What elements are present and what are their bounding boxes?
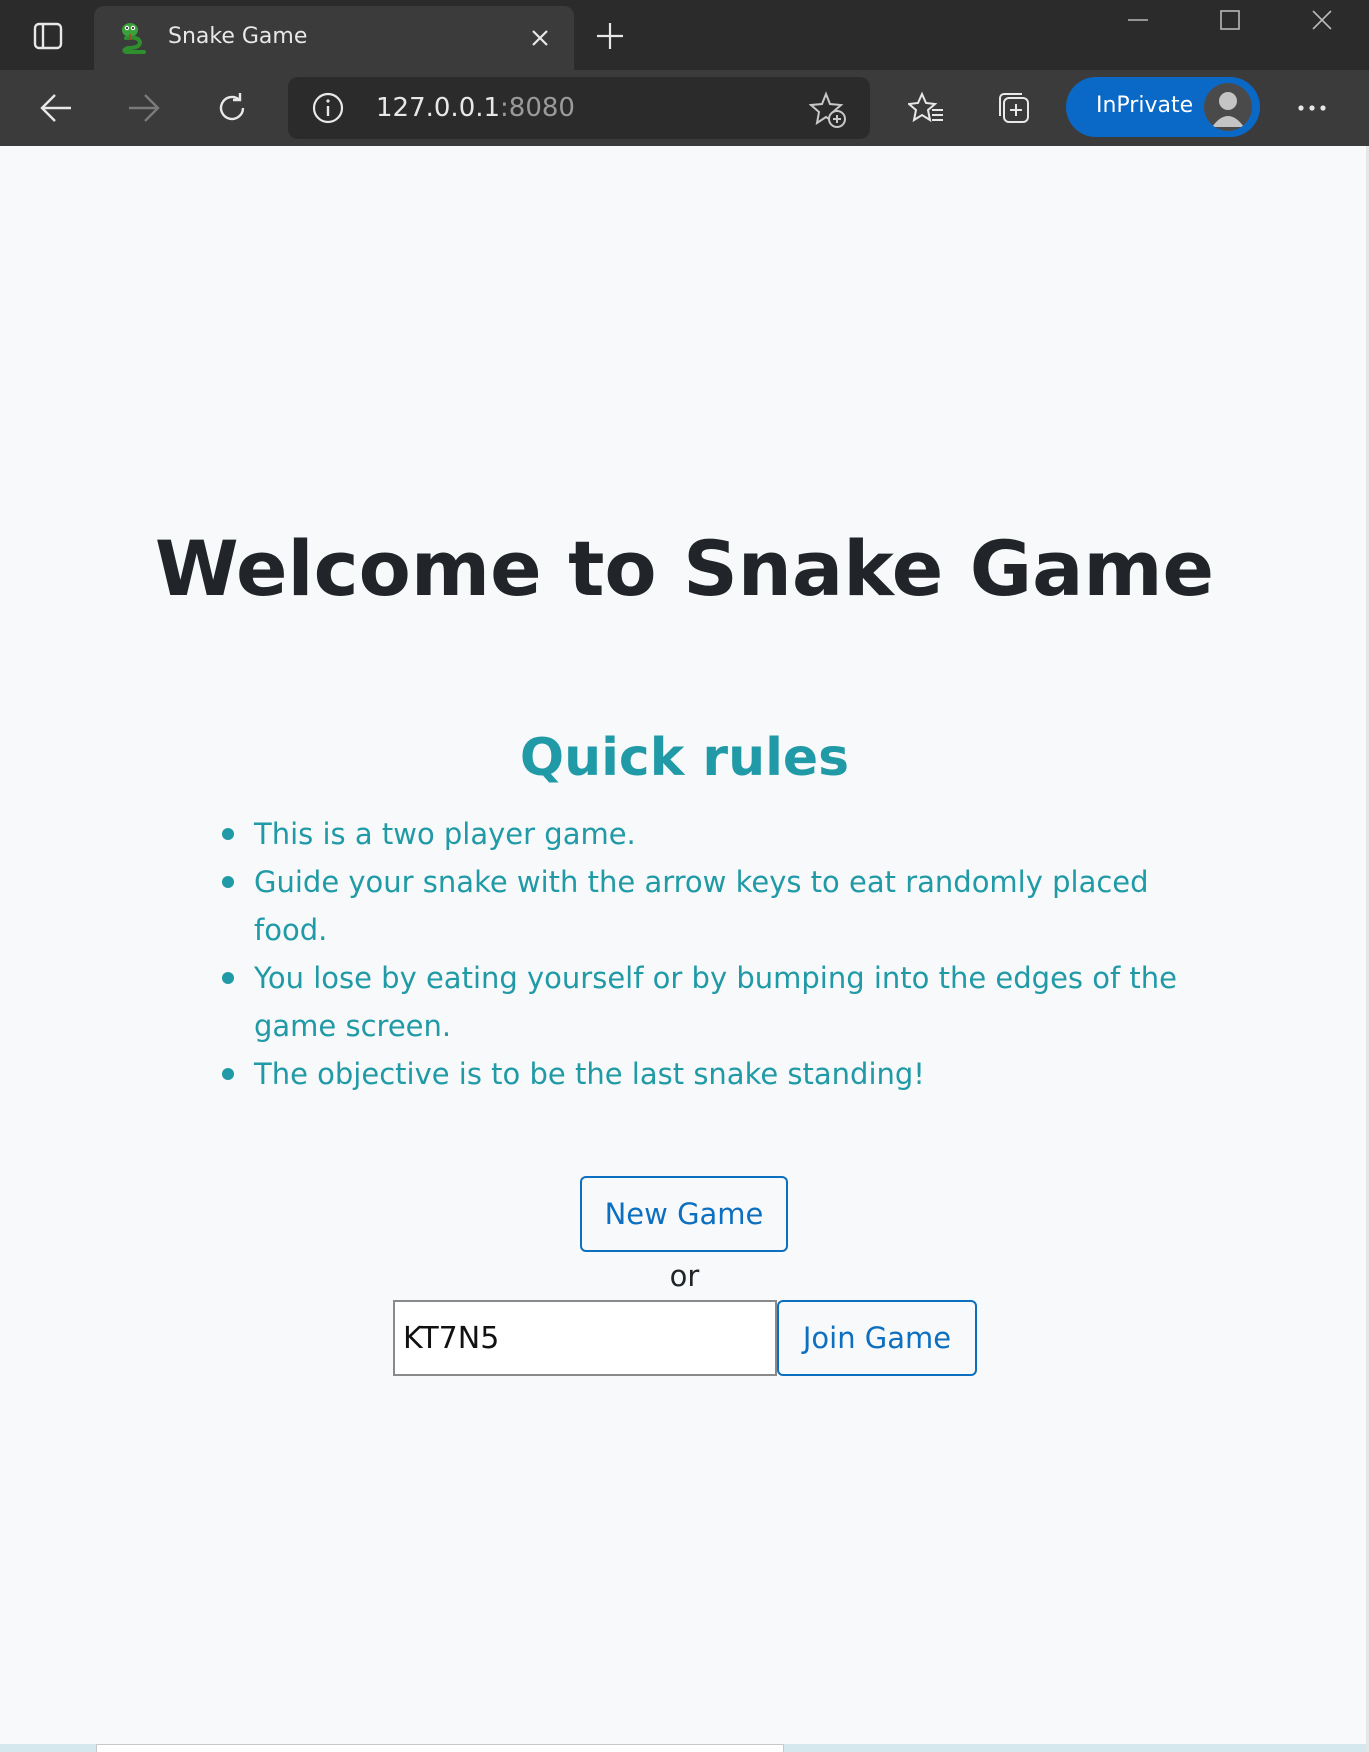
more-icon [1298,105,1326,111]
list-item: Guide your snake with the arrow keys to … [222,858,1182,954]
rules-list: This is a two player game. Guide your sn… [222,810,1182,1098]
avatar [1204,83,1252,131]
new-game-button[interactable]: New Game [580,1176,788,1252]
url-host: 127.0.0.1 [376,93,501,123]
join-game-button[interactable]: Join Game [777,1300,977,1376]
add-favorite-button[interactable] [808,90,848,130]
tab-actions-button[interactable] [22,12,74,60]
url-text: 127.0.0.1:8080 [376,91,575,125]
close-icon [532,30,548,46]
collections-button[interactable] [990,84,1038,132]
forward-button[interactable] [120,84,168,132]
address-bar[interactable]: 127.0.0.1:8080 [288,77,870,139]
bullet [222,1068,234,1080]
minimize-icon [1128,19,1148,21]
rule-text: This is a two player game. [254,817,636,851]
tab-strip: Snake Game [0,0,1369,70]
page-title: Welcome to Snake Game [154,524,1215,613]
rule-text: The objective is to be the last snake st… [254,1057,925,1091]
site-info-button[interactable] [312,92,344,124]
maximize-icon [1220,10,1240,30]
tab-snake-game[interactable]: Snake Game [94,6,574,70]
rule-text: You lose by eating yourself or by bumpin… [254,961,1178,1043]
maximize-button[interactable] [1200,0,1260,40]
list-item: The objective is to be the last snake st… [222,1050,1182,1098]
plus-icon [597,23,623,49]
info-icon [312,92,344,124]
bullet [222,972,234,984]
inprivate-button[interactable]: InPrivate [1066,77,1260,137]
minimize-button[interactable] [1108,0,1168,40]
profile-icon [1204,83,1252,131]
refresh-icon [219,93,245,121]
list-item: This is a two player game. [222,810,1182,858]
more-button[interactable] [1288,84,1336,132]
page-content: Welcome to Snake Game Quick rules This i… [0,146,1369,1752]
tab-title: Snake Game [168,24,308,49]
collections-icon [999,93,1029,123]
list-item: You lose by eating yourself or by bumpin… [222,954,1182,1050]
bullet [222,876,234,888]
arrow-right-icon [129,94,160,122]
tab-actions-icon [33,22,63,50]
favorites-button[interactable] [902,84,950,132]
snake-icon [122,23,146,54]
game-code-input[interactable] [393,1300,777,1376]
refresh-button[interactable] [208,84,256,132]
bottom-panel [96,1744,784,1752]
browser-toolbar: 127.0.0.1:8080 InPrivate [0,70,1369,146]
back-button[interactable] [32,84,80,132]
or-label: or [669,1259,700,1293]
close-window-button[interactable] [1292,0,1352,40]
close-tab-button[interactable] [522,20,558,56]
inprivate-label: InPrivate [1096,93,1194,118]
close-window-icon [1312,10,1332,30]
url-port: :8080 [500,93,575,123]
new-tab-button[interactable] [588,14,632,58]
star-plus-icon [809,91,846,128]
arrow-left-icon [40,94,71,122]
favorites-icon [908,91,943,123]
browser-window: Snake Game 127.0.0.1:8080 InPrivate Welc… [0,0,1369,1752]
bullet [222,828,234,840]
rule-text: Guide your snake with the arrow keys to … [254,865,1149,947]
rules-heading: Quick rules [519,728,850,788]
